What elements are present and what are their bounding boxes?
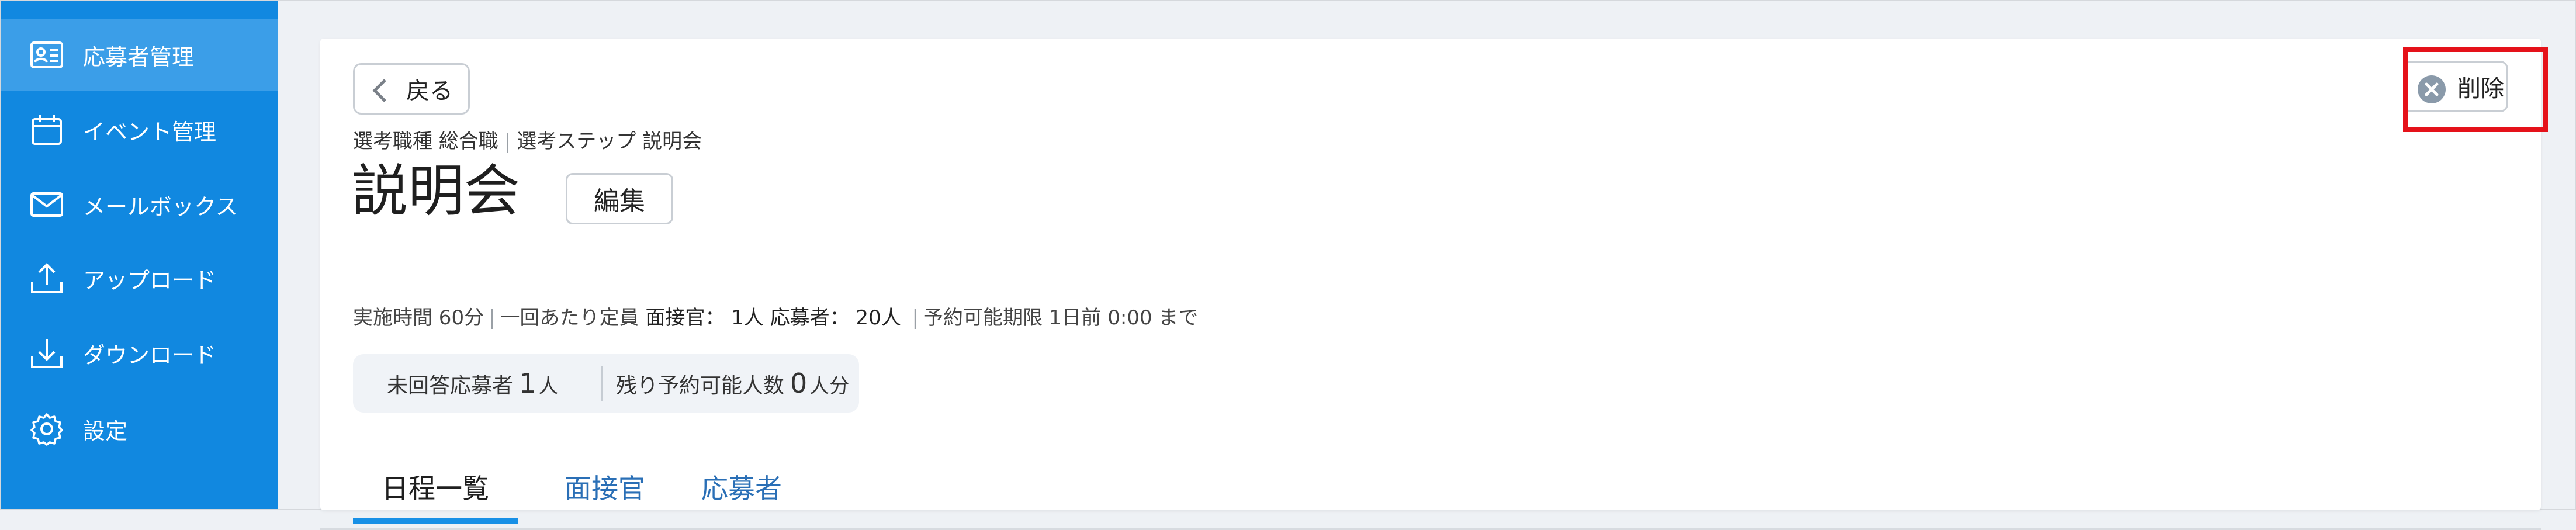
meta-duration: 実施時間 60分 bbox=[353, 306, 484, 330]
sidebar-item-label: メールボックス bbox=[83, 193, 238, 220]
sidebar-item-label: イベント管理 bbox=[83, 119, 217, 145]
reservation-stats: 未回答応募者 1 人 残り予約可能人数 0 人分 bbox=[353, 354, 859, 413]
meta-separator: | bbox=[489, 306, 496, 330]
sidebar-item-events[interactable]: イベント管理 bbox=[1, 93, 278, 166]
upload-icon bbox=[28, 259, 65, 297]
chevron-left-icon bbox=[368, 77, 391, 107]
tab-schedule-list[interactable]: 日程一覧 bbox=[353, 459, 518, 524]
page-title: 説明会 bbox=[352, 158, 520, 224]
tab-interviewers[interactable]: 面接官 bbox=[565, 459, 645, 524]
unanswered-stat: 未回答応募者 1 人 bbox=[387, 368, 558, 399]
close-circle-icon bbox=[2416, 74, 2447, 107]
unanswered-unit: 人 bbox=[538, 375, 559, 398]
meta-capacity-label: 一回あたり定員 bbox=[500, 306, 639, 330]
calendar-icon bbox=[28, 111, 65, 148]
meta-applicants: 応募者： 20人 bbox=[770, 306, 901, 330]
edit-button[interactable]: 編集 bbox=[566, 173, 673, 224]
unanswered-value: 1 bbox=[519, 368, 536, 399]
meta-separator: | bbox=[912, 306, 919, 330]
unanswered-label: 未回答応募者 bbox=[387, 374, 514, 398]
stat-divider bbox=[601, 366, 603, 401]
tab-applicants[interactable]: 応募者 bbox=[701, 459, 782, 524]
sidebar-item-label: ダウンロード bbox=[83, 342, 217, 368]
breadcrumb: 選考職種 総合職 | 選考ステップ 説明会 bbox=[353, 125, 702, 154]
delete-button[interactable]: 削除 bbox=[2403, 61, 2508, 112]
applicant-card-icon bbox=[28, 36, 65, 74]
remaining-value: 0 bbox=[790, 368, 808, 399]
breadcrumb-job-type: 選考職種 総合職 bbox=[353, 130, 498, 153]
meta-interviewer: 面接官： 1人 bbox=[645, 306, 764, 330]
event-meta: 実施時間 60分 | 一回あたり定員 面接官： 1人 応募者： 20人 | 予約可能期… bbox=[353, 302, 1198, 330]
meta-deadline: 予約可能期限 1日前 0:00 まで bbox=[923, 306, 1199, 330]
sidebar-item-label: 設定 bbox=[83, 418, 128, 444]
sidebar-item-settings[interactable]: 設定 bbox=[1, 393, 278, 465]
sidebar-item-label: 応募者管理 bbox=[83, 44, 195, 70]
sidebar-item-applicants[interactable]: 応募者管理 bbox=[1, 19, 278, 91]
remaining-label: 残り予約可能人数 bbox=[616, 374, 785, 398]
back-button[interactable]: 戻る bbox=[353, 63, 470, 115]
gear-icon bbox=[28, 410, 65, 448]
delete-button-label: 削除 bbox=[2457, 75, 2504, 102]
sidebar: 応募者管理 イベント管理 メールボックス アップロード ダウンロード 設定 bbox=[1, 1, 278, 509]
mail-icon bbox=[28, 186, 65, 223]
sidebar-item-label: アップロード bbox=[83, 267, 217, 293]
download-icon bbox=[28, 334, 65, 372]
event-detail-card: 戻る 選考職種 総合職 | 選考ステップ 説明会 説明会 編集 実施時間 60分 | 一… bbox=[320, 39, 2541, 530]
remaining-unit: 人分 bbox=[809, 375, 850, 398]
breadcrumb-separator: | bbox=[504, 130, 511, 153]
sidebar-item-mailbox[interactable]: メールボックス bbox=[1, 168, 278, 241]
sidebar-item-upload[interactable]: アップロード bbox=[1, 242, 278, 314]
remaining-stat: 残り予約可能人数 0 人分 bbox=[616, 368, 849, 399]
back-button-label: 戻る bbox=[406, 78, 453, 105]
sidebar-item-download[interactable]: ダウンロード bbox=[1, 317, 278, 389]
breadcrumb-step: 選考ステップ 説明会 bbox=[517, 130, 702, 153]
